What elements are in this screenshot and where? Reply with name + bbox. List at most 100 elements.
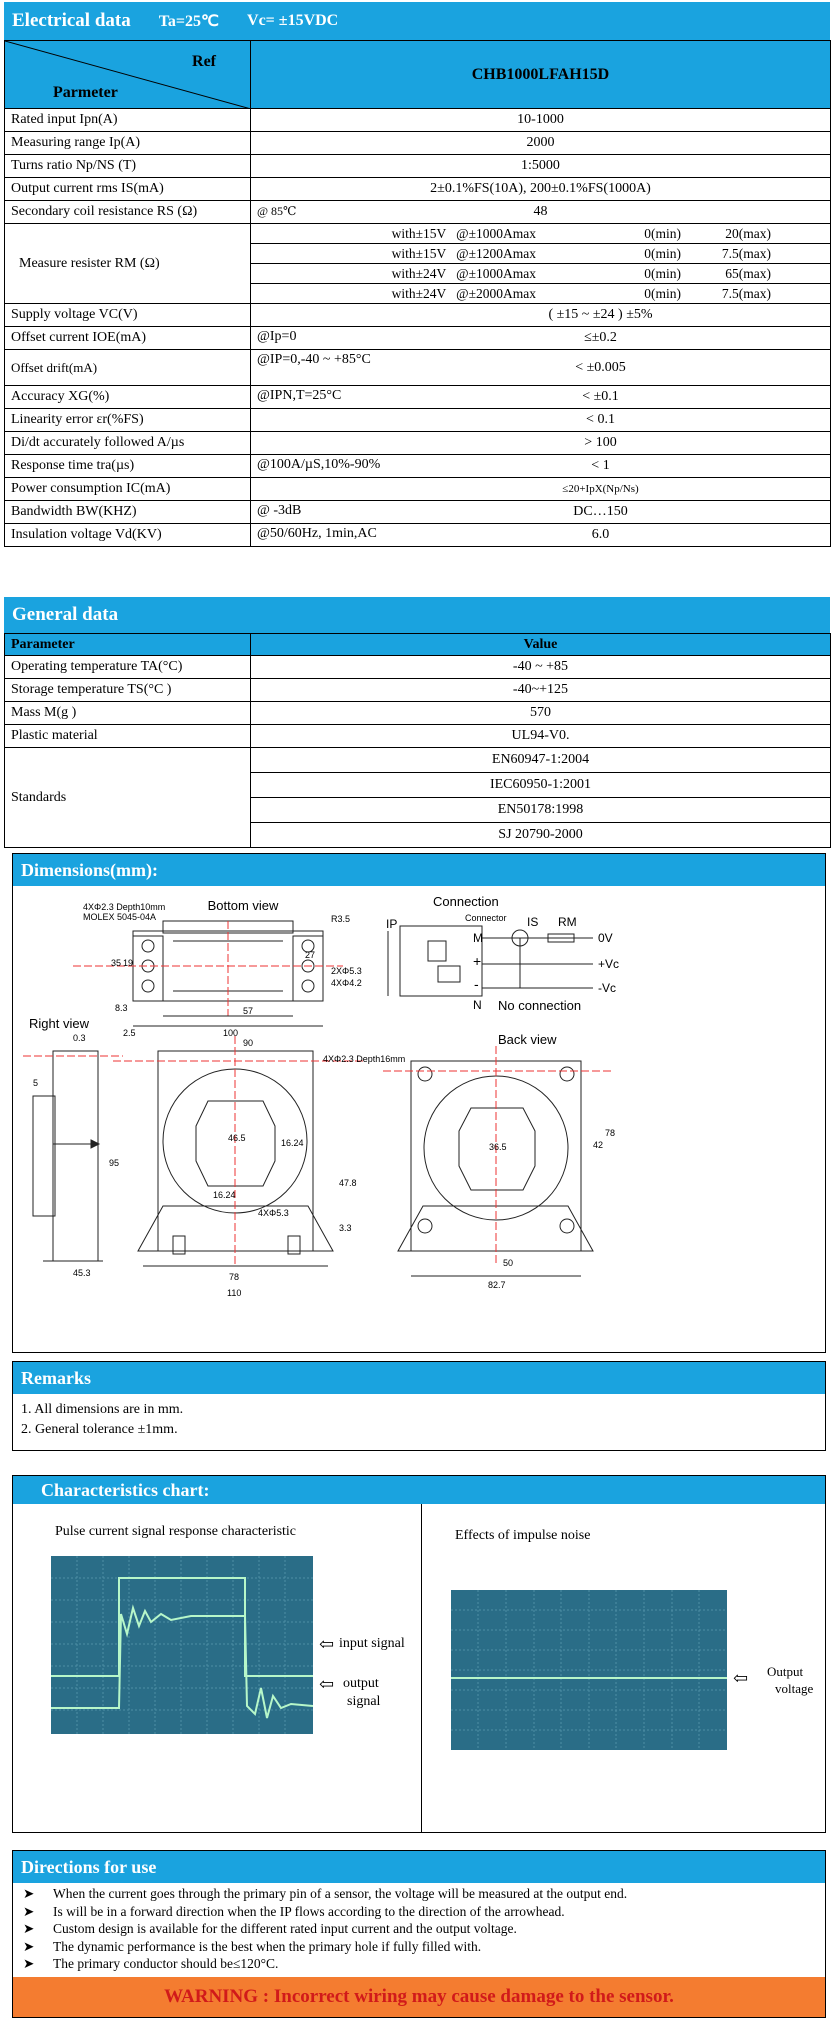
electrical-value: < ±0.1 xyxy=(582,389,619,404)
dim-365: 36.5 xyxy=(489,1142,507,1152)
bullet-arrow-icon: ➤ xyxy=(23,1921,35,1936)
output-voltage-label-1: Output xyxy=(767,1664,804,1679)
electrical-value: ≤20+IpX(Np/Ns) xyxy=(562,483,639,495)
characteristics-title: Characteristics chart: xyxy=(41,1479,210,1500)
dim-827: 82.7 xyxy=(488,1280,506,1290)
rm-condition: with±15V @±1000Amax xyxy=(391,226,536,241)
standards-list: EN60947-1:2004 IEC60950-1:2001 EN50178:199… xyxy=(251,749,830,847)
pulse-response-scope xyxy=(51,1556,313,1734)
dimension-drawing: Bottom view 4XΦ2.3 Depth10mm MOLEX 5045-… xyxy=(23,894,619,1298)
dim-83: 8.3 xyxy=(115,1003,128,1013)
output-signal-label-1: output xyxy=(343,1676,379,1691)
general-param: Operating temperature TA(°C) xyxy=(4,655,251,679)
remark-item: 1. All dimensions are in mm. xyxy=(21,1402,184,1417)
bullet-arrow-icon: ➤ xyxy=(23,1903,35,1919)
electrical-condition: @100A/µS,10%-90% xyxy=(257,457,381,472)
electrical-param: Power consumption IC(mA) xyxy=(4,477,251,501)
rm-max: 7.5(max) xyxy=(721,246,771,261)
condition-vc: Vc= ±15VDC xyxy=(247,12,339,29)
electrical-param: Offset drift(mA) xyxy=(4,349,251,386)
electrical-value: 2000 xyxy=(526,135,555,150)
remarks-title: Remarks xyxy=(21,1367,91,1388)
impulse-noise-scope xyxy=(451,1590,727,1750)
ref-label: Ref xyxy=(192,53,216,70)
output-voltage-label-2: voltage xyxy=(775,1681,814,1696)
dim-100: 100 xyxy=(223,1028,238,1038)
directions-list: ➤ When the current goes through the prima… xyxy=(13,1883,825,1975)
electrical-row: Turns ratio Np/NS (T) 1:5000 xyxy=(4,154,831,178)
electrical-row: Offset drift(mA) @IP=0,-40 ~ +85°C < ±0.00… xyxy=(4,349,831,386)
remarks-section: Remarks 1. All dimensions are in mm. 2. G… xyxy=(12,1361,826,1451)
rm-min: 0(min) xyxy=(644,266,681,281)
rm-condition: with±24V @±1000Amax xyxy=(391,266,536,281)
electrical-param: Secondary coil resistance RS (Ω) xyxy=(4,200,251,224)
electrical-condition: @ -3dB xyxy=(257,503,302,518)
electrical-row: Output current rms IS(mA) 2±0.1%FS(10A), … xyxy=(4,177,831,201)
electrical-row: Insulation voltage Vd(KV) @50/60Hz, 1min,… xyxy=(4,523,831,547)
dim-1624: 16.24 xyxy=(213,1190,236,1200)
electrical-row: Measuring range Ip(A) 2000 xyxy=(4,131,831,155)
dim-57: 57 xyxy=(243,1006,253,1016)
right-view-label: Right view xyxy=(29,1016,90,1031)
front-view xyxy=(113,1036,363,1267)
rm-min: 0(min) xyxy=(644,226,681,241)
label-vcp: +Vc xyxy=(598,957,619,971)
direction-item: ➤ The primary conductor should be≤120°C. xyxy=(23,1955,815,1973)
general-param: Mass M(g ) xyxy=(4,701,251,725)
dim-35: 35 xyxy=(111,958,121,968)
back-view xyxy=(383,1046,613,1277)
direction-item: ➤ Is will be in a forward direction when … xyxy=(23,1903,815,1921)
dim-03: 0.3 xyxy=(73,1033,86,1043)
general-value: 570 xyxy=(250,701,831,725)
rm-max: 7.5(max) xyxy=(721,286,771,301)
electrical-param: Measuring range Ip(A) xyxy=(4,131,251,155)
dim-90: 90 xyxy=(243,1038,253,1048)
no-connection-label: No connection xyxy=(498,998,581,1013)
general-section: General data Parameter Value Operating t… xyxy=(4,597,831,848)
electrical-row: Accuracy XG(%) @IPN,T=25°C < ±0.1 xyxy=(4,385,831,409)
dim-33: 3.3 xyxy=(339,1223,352,1233)
rm-line: with±24V @±1000Amax 0(min) 65(max) xyxy=(251,264,830,284)
rm-condition: with±24V @±2000Amax xyxy=(391,286,536,301)
electrical-param: Accuracy XG(%) xyxy=(4,385,251,409)
param-label: Parmeter xyxy=(53,84,118,101)
label-ip: IP xyxy=(386,917,397,931)
electrical-row: Bandwidth BW(KHZ) @ -3dB DC…150 xyxy=(4,500,831,524)
characteristics-header: Characteristics chart: xyxy=(13,1476,825,1504)
standards-row: Standards EN60947-1:2004 IEC60950-1:2001 E… xyxy=(4,747,831,848)
electrical-condition: @IP=0,-40 ~ +85°C xyxy=(257,352,371,367)
general-value: -40 ~ +85 xyxy=(250,655,831,679)
dimensions-header: Dimensions(mm): xyxy=(13,854,825,886)
remarks-header: Remarks xyxy=(13,1362,825,1394)
general-table: Parameter Value Operating temperature TA… xyxy=(4,633,831,848)
chart-divider xyxy=(421,1504,422,1832)
general-row: Mass M(g ) 570 xyxy=(4,701,831,725)
direction-text: The dynamic performance is the best when… xyxy=(53,1938,482,1954)
electrical-value: 1:5000 xyxy=(521,158,560,173)
standard-item: EN60947-1:2004 xyxy=(251,749,830,773)
rm-max: 65(max) xyxy=(725,266,771,281)
electrical-param: Bandwidth BW(KHZ) xyxy=(4,500,251,524)
output-signal-label-2: signal xyxy=(347,1694,381,1709)
directions-title: Directions for use xyxy=(21,1856,157,1877)
dim-4x23b: 4XΦ2.3 Depth16mm xyxy=(323,1054,405,1064)
label-is: IS xyxy=(527,915,538,929)
general-value: -40~+125 xyxy=(250,678,831,702)
general-value: UL94-V0. xyxy=(250,724,831,748)
dim-r35: R3.5 xyxy=(331,914,350,924)
dim-453: 45.3 xyxy=(73,1268,91,1278)
remark-item: 2. General tolerance ±1mm. xyxy=(21,1422,178,1437)
electrical-condition: @50/60Hz, 1min,AC xyxy=(257,526,377,541)
dimensions-title: Dimensions(mm): xyxy=(21,859,158,880)
connection-diagram xyxy=(387,925,593,997)
electrical-row: Secondary coil resistance RS (Ω) @ 85℃ 48 xyxy=(4,200,831,224)
dimensions-section: Dimensions(mm): Bottom view 4XΦ2.3 Depth… xyxy=(12,853,826,1353)
directions-section: Directions for use ➤ When the current goe… xyxy=(12,1850,826,2018)
electrical-section: Electrical data Ta=25℃ Vc= ±15VDC Ref Pa… xyxy=(4,2,831,547)
standard-item: SJ 20790-2000 xyxy=(498,827,583,842)
electrical-value: ( ±15 ~ ±24 ) ±5% xyxy=(548,307,653,322)
electrical-header: Electrical data Ta=25℃ Vc= ±15VDC xyxy=(4,2,830,40)
general-title: General data xyxy=(12,604,119,625)
dim-478: 47.8 xyxy=(339,1178,357,1188)
bullet-arrow-icon: ➤ xyxy=(23,1956,35,1971)
